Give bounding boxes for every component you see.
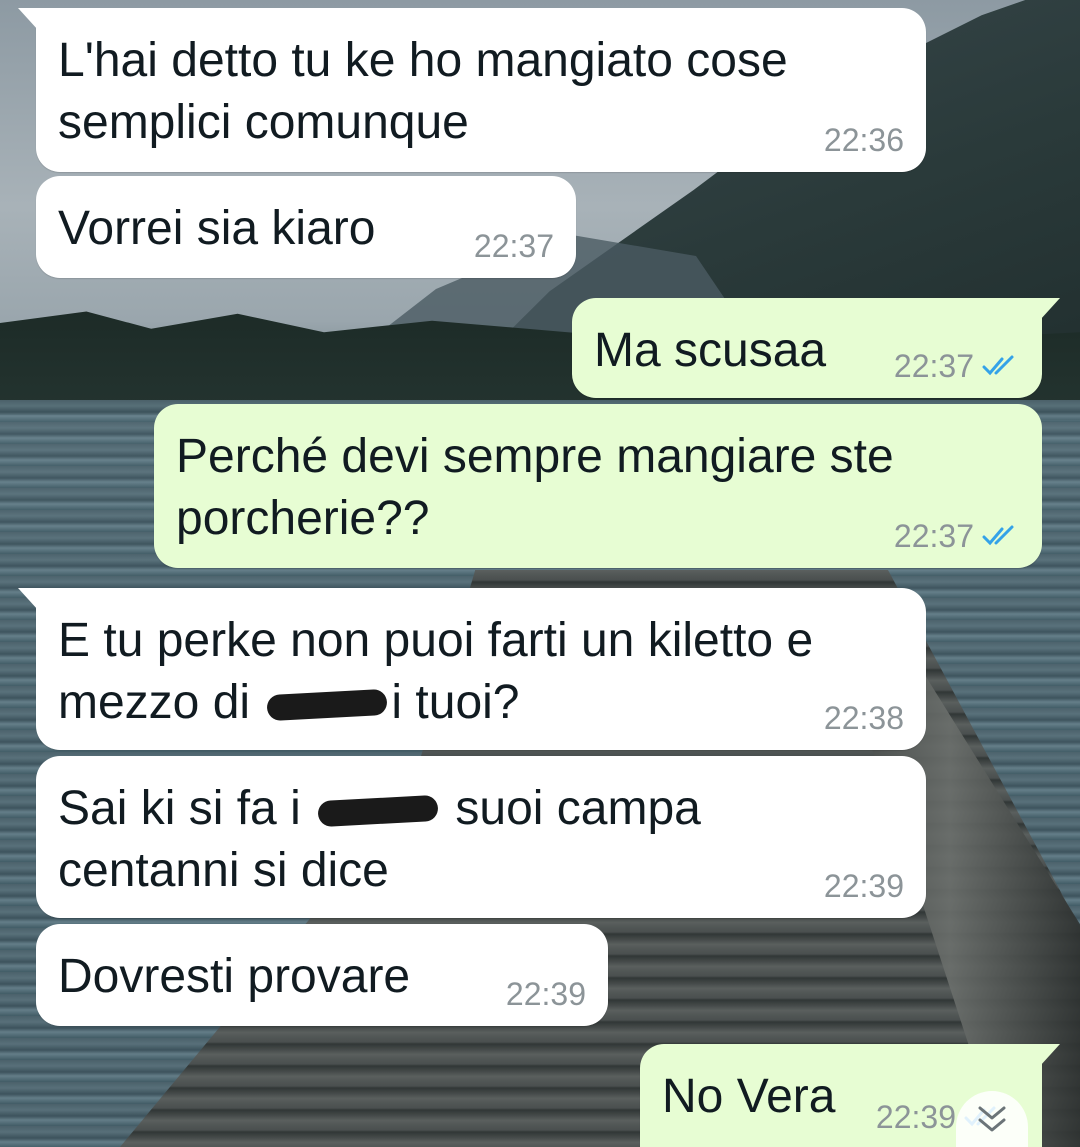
message-list[interactable]: L'hai detto tu ke ho mangiato cose sempl… <box>0 0 1080 1147</box>
message-bubble-incoming[interactable]: Vorrei sia kiaro 22:37 <box>36 176 576 278</box>
message-text: L'hai detto tu ke ho mangiato cose sempl… <box>58 34 788 149</box>
message-text: E tu perke non puoi farti un kiletto e m… <box>58 614 814 729</box>
message-bubble-incoming[interactable]: E tu perke non puoi farti un kiletto e m… <box>36 588 926 750</box>
message-bubble-incoming[interactable]: Sai ki si fa i suoi campa centanni si di… <box>36 756 926 918</box>
chevron-double-down-icon <box>978 1106 1006 1132</box>
message-time: 22:39 <box>823 868 904 904</box>
message-time: 22:37 <box>893 518 974 554</box>
message-text: Sai ki si fa i suoi campa centanni si di… <box>58 782 701 897</box>
message-bubble-incoming[interactable]: Dovresti provare 22:39 <box>36 924 608 1026</box>
message-time: 22:39 <box>875 1099 956 1135</box>
message-time: 22:38 <box>823 700 904 736</box>
redaction-mark <box>317 795 439 828</box>
message-time: 22:36 <box>823 122 904 158</box>
message-bubble-incoming[interactable]: L'hai detto tu ke ho mangiato cose sempl… <box>36 8 926 172</box>
message-time: 22:39 <box>505 976 586 1012</box>
double-check-icon <box>982 355 1014 376</box>
message-bubble-outgoing[interactable]: Ma scusaa 22:37 <box>572 298 1042 398</box>
double-check-icon <box>982 525 1014 546</box>
message-time: 22:37 <box>473 228 554 264</box>
message-time: 22:37 <box>893 348 974 384</box>
message-bubble-outgoing[interactable]: Perché devi sempre mangiare ste porcheri… <box>154 404 1042 568</box>
redaction-mark <box>266 689 389 722</box>
